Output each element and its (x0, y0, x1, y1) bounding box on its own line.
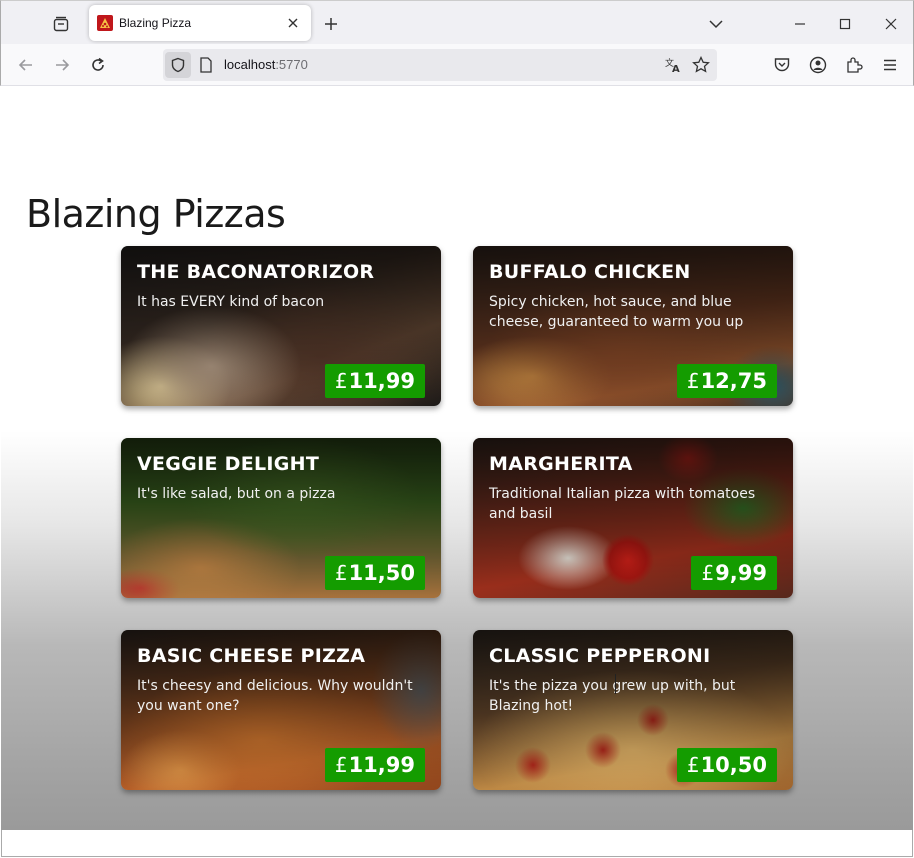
tab-list-icon[interactable] (45, 10, 77, 38)
price-badge: £9,99 (691, 556, 777, 590)
star-icon[interactable] (691, 55, 711, 75)
text-cursor (615, 674, 616, 694)
svg-text:A: A (672, 64, 680, 74)
close-icon[interactable] (283, 13, 303, 33)
close-window-icon[interactable] (880, 13, 902, 35)
pizza-name: BUFFALO CHICKEN (489, 261, 691, 283)
pizza-description: It has EVERY kind of bacon (137, 294, 325, 310)
url-host: localhost (224, 57, 276, 72)
extensions-icon[interactable] (842, 53, 866, 77)
price-value: 9,99 (715, 561, 767, 585)
pizza-card-baconatorizor[interactable]: THE BACONATORIZOR It has EVERY kind of b… (121, 246, 441, 406)
pizza-name: VEGGIE DELIGHT (137, 453, 320, 475)
pizza-description: It's the pizza you grew up with, but Bla… (489, 678, 736, 714)
pizza-description: It's like salad, but on a pizza (137, 486, 336, 502)
pizza-card-buffalo-chicken[interactable]: BUFFALO CHICKEN Spicy chicken, hot sauce… (473, 246, 793, 406)
forward-icon[interactable] (50, 53, 74, 77)
price-currency: £ (701, 561, 715, 585)
pizza-description: It's cheesy and delicious. Why wouldn't … (137, 678, 413, 714)
pizza-name: CLASSIC PEPPERONI (489, 645, 711, 667)
url-bar[interactable]: localhost:5770 文A (163, 49, 717, 81)
tab-title: Blazing Pizza (119, 16, 192, 30)
price-value: 10,50 (700, 753, 767, 777)
price-value: 11,99 (348, 369, 415, 393)
price-badge: £11,50 (324, 556, 425, 590)
price-value: 11,99 (348, 753, 415, 777)
pizza-card-classic-pepperoni[interactable]: CLASSIC PEPPERONI It's the pizza you gre… (473, 630, 793, 790)
pizza-name: MARGHERITA (489, 453, 633, 475)
price-value: 12,75 (700, 369, 767, 393)
price-badge: £12,75 (676, 364, 777, 398)
chevron-down-icon[interactable] (705, 13, 727, 35)
plus-icon[interactable] (319, 12, 343, 36)
url-port: :5770 (275, 57, 308, 72)
pizza-description: Spicy chicken, hot sauce, and blue chees… (489, 294, 744, 330)
pizza-card-margherita[interactable]: MARGHERITA Traditional Italian pizza wit… (473, 438, 793, 598)
tab-bar: Blazing Pizza (0, 0, 914, 44)
price-badge: £11,99 (324, 748, 425, 782)
pocket-icon[interactable] (770, 53, 794, 77)
shield-icon[interactable] (165, 52, 191, 78)
pizza-card-basic-cheese[interactable]: BASIC CHEESE PIZZA It's cheesy and delic… (121, 630, 441, 790)
price-currency: £ (334, 561, 348, 585)
price-value: 11,50 (348, 561, 415, 585)
page-icon (199, 57, 213, 77)
url-text: localhost:5770 (224, 57, 308, 72)
price-currency: £ (334, 369, 348, 393)
account-icon[interactable] (806, 53, 830, 77)
minimize-icon[interactable] (789, 13, 811, 35)
price-currency: £ (686, 753, 700, 777)
price-badge: £11,99 (324, 364, 425, 398)
translate-icon[interactable]: 文A (663, 55, 683, 75)
pizza-name: THE BACONATORIZOR (137, 261, 375, 283)
menu-icon[interactable] (878, 53, 902, 77)
price-currency: £ (334, 753, 348, 777)
navigation-bar: localhost:5770 文A (0, 44, 914, 86)
page-viewport: Blazing Pizzas THE BACONATORIZOR It has … (1, 86, 913, 830)
maximize-icon[interactable] (834, 13, 856, 35)
pizza-description: Traditional Italian pizza with tomatoes … (489, 486, 756, 522)
pizza-card-veggie-delight[interactable]: VEGGIE DELIGHT It's like salad, but on a… (121, 438, 441, 598)
page-footer-strip (1, 830, 913, 857)
price-currency: £ (686, 369, 700, 393)
pizza-name: BASIC CHEESE PIZZA (137, 645, 366, 667)
pizza-favicon-icon (97, 15, 113, 31)
tab-blazing-pizza[interactable]: Blazing Pizza (89, 5, 311, 41)
price-badge: £10,50 (676, 748, 777, 782)
page-title: Blazing Pizzas (26, 192, 286, 236)
reload-icon[interactable] (86, 53, 110, 77)
back-icon[interactable] (14, 53, 38, 77)
